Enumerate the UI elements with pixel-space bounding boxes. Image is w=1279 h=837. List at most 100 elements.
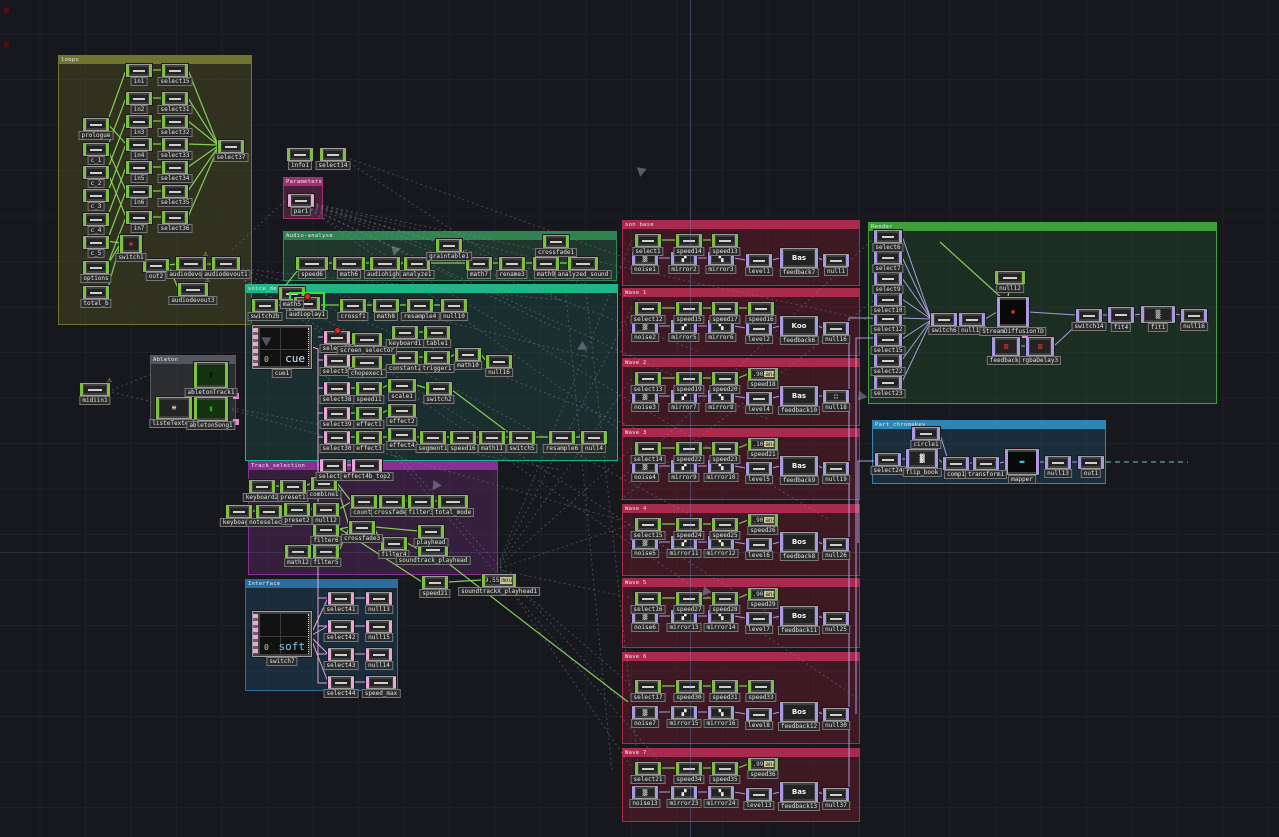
output-connector[interactable]	[815, 387, 818, 405]
input-connector[interactable]	[708, 787, 711, 798]
node-noise7[interactable]: ▒noise7	[632, 706, 658, 719]
node-resample4[interactable]: resample4	[407, 299, 433, 312]
output-connector[interactable]	[351, 593, 354, 604]
node-audiohigh1[interactable]: audiohigh1	[370, 257, 400, 270]
input-connector[interactable]	[450, 432, 453, 443]
input-connector[interactable]	[635, 593, 638, 604]
input-connector[interactable]	[352, 460, 355, 471]
output-connector[interactable]	[699, 303, 702, 314]
input-connector[interactable]	[676, 519, 679, 530]
input-connector[interactable]	[708, 707, 711, 718]
node-select41[interactable]: select41	[328, 592, 354, 605]
input-connector[interactable]	[676, 443, 679, 454]
input-connector[interactable]	[780, 249, 783, 267]
output-connector[interactable]	[735, 235, 738, 246]
node-null13[interactable]: null13	[366, 592, 392, 605]
output-connector[interactable]	[769, 789, 772, 800]
output-connector[interactable]	[389, 593, 392, 604]
input-connector[interactable]	[324, 355, 327, 366]
output-connector[interactable]	[899, 231, 902, 242]
node-select15[interactable]: select15	[162, 64, 188, 77]
input-connector[interactable]	[543, 236, 546, 247]
output-connector[interactable]	[699, 681, 702, 692]
output-connector[interactable]	[513, 575, 516, 586]
panel-display[interactable]: 0cue	[260, 328, 309, 366]
input-connector[interactable]	[388, 429, 391, 440]
output-connector[interactable]	[509, 356, 512, 367]
node-select14[interactable]: select14	[320, 148, 346, 161]
output-connector[interactable]	[351, 677, 354, 688]
output-connector[interactable]	[815, 457, 818, 475]
node-crossf1[interactable]: crossf1	[340, 299, 366, 312]
node-select44[interactable]: select44	[328, 676, 354, 689]
node-null16[interactable]: null16	[1181, 309, 1207, 322]
node-c_5[interactable]: c_5	[83, 236, 109, 249]
output-connector[interactable]	[343, 149, 346, 160]
node-effect4b_top2[interactable]: effect4b_top2	[352, 459, 382, 472]
node-speed21[interactable]: 1.10anaspeed21	[748, 438, 778, 450]
node-audiodevout1[interactable]: audiodevout1	[212, 257, 240, 270]
output-connector[interactable]	[443, 432, 446, 443]
node-c_1[interactable]: c_1	[83, 143, 109, 156]
input-connector[interactable]	[479, 432, 482, 443]
node-null13[interactable]: null13	[1045, 456, 1071, 469]
input-connector[interactable]	[482, 575, 485, 586]
node-rename3[interactable]: rename3	[499, 257, 525, 270]
input-connector[interactable]	[328, 621, 331, 632]
node-level8[interactable]: level8	[746, 708, 772, 721]
node-null14[interactable]: null14	[366, 648, 392, 661]
output-connector[interactable]	[106, 262, 109, 273]
output-connector[interactable]	[404, 538, 407, 549]
input-connector[interactable]	[1076, 310, 1079, 321]
node-level5[interactable]: level5	[746, 462, 772, 475]
input-connector[interactable]	[83, 190, 86, 201]
node-switch2[interactable]: switch2	[426, 382, 452, 395]
node-level13[interactable]: level13	[746, 788, 772, 801]
node-filter4[interactable]: filter4	[381, 537, 407, 550]
node-select34[interactable]: select34	[162, 161, 188, 174]
node-mirror16[interactable]: ▚mirror16	[708, 706, 734, 719]
output-connector[interactable]	[441, 526, 444, 537]
node-speed16[interactable]: speed16	[450, 431, 476, 444]
input-connector[interactable]	[823, 323, 826, 334]
output-connector[interactable]	[815, 533, 818, 551]
input-connector[interactable]	[959, 314, 962, 325]
node-transform1[interactable]: transform1	[973, 457, 999, 470]
render-flag-icon[interactable]	[304, 293, 311, 300]
node-level1[interactable]: level1	[746, 254, 772, 267]
input-connector[interactable]	[83, 262, 86, 273]
output-connector[interactable]	[415, 352, 418, 363]
input-connector[interactable]	[874, 294, 877, 305]
output-connector[interactable]	[325, 258, 328, 269]
input-connector[interactable]	[156, 398, 159, 418]
node-analyzed_sound[interactable]: analyzed_sound	[568, 257, 598, 270]
node-speed13[interactable]: speed13	[712, 234, 738, 247]
output-connector[interactable]	[272, 481, 275, 492]
input-connector[interactable]	[392, 327, 395, 338]
output-connector[interactable]	[372, 522, 375, 533]
output-connector[interactable]	[658, 763, 661, 774]
input-connector[interactable]	[712, 373, 715, 384]
node-count1[interactable]: count1	[351, 495, 377, 508]
node-select17[interactable]: select17	[635, 680, 661, 693]
node-graintable1[interactable]: graintable1	[436, 239, 462, 252]
input-connector[interactable]	[1078, 457, 1081, 468]
output-connector[interactable]	[1026, 298, 1029, 326]
input-connector[interactable]	[748, 589, 751, 599]
node-par1[interactable]: par1	[288, 194, 314, 207]
input-connector[interactable]	[748, 439, 751, 449]
node-speed_max[interactable]: speed_max	[366, 676, 396, 689]
input-connector[interactable]	[126, 93, 129, 104]
input-connector[interactable]	[780, 783, 783, 801]
input-connector[interactable]	[746, 323, 749, 334]
output-connector[interactable]	[731, 787, 734, 798]
input-connector[interactable]	[120, 236, 123, 252]
node-keyboard2[interactable]: keyboard2	[249, 480, 275, 493]
node-switch1[interactable]: ▪switch1	[120, 235, 142, 253]
node-speed30[interactable]: speed30	[676, 680, 702, 693]
input-connector[interactable]	[874, 252, 877, 263]
input-connector[interactable]	[746, 393, 749, 404]
group-title-interface[interactable]: Interface	[246, 580, 397, 588]
input-connector[interactable]	[823, 255, 826, 266]
input-connector[interactable]	[373, 300, 376, 311]
